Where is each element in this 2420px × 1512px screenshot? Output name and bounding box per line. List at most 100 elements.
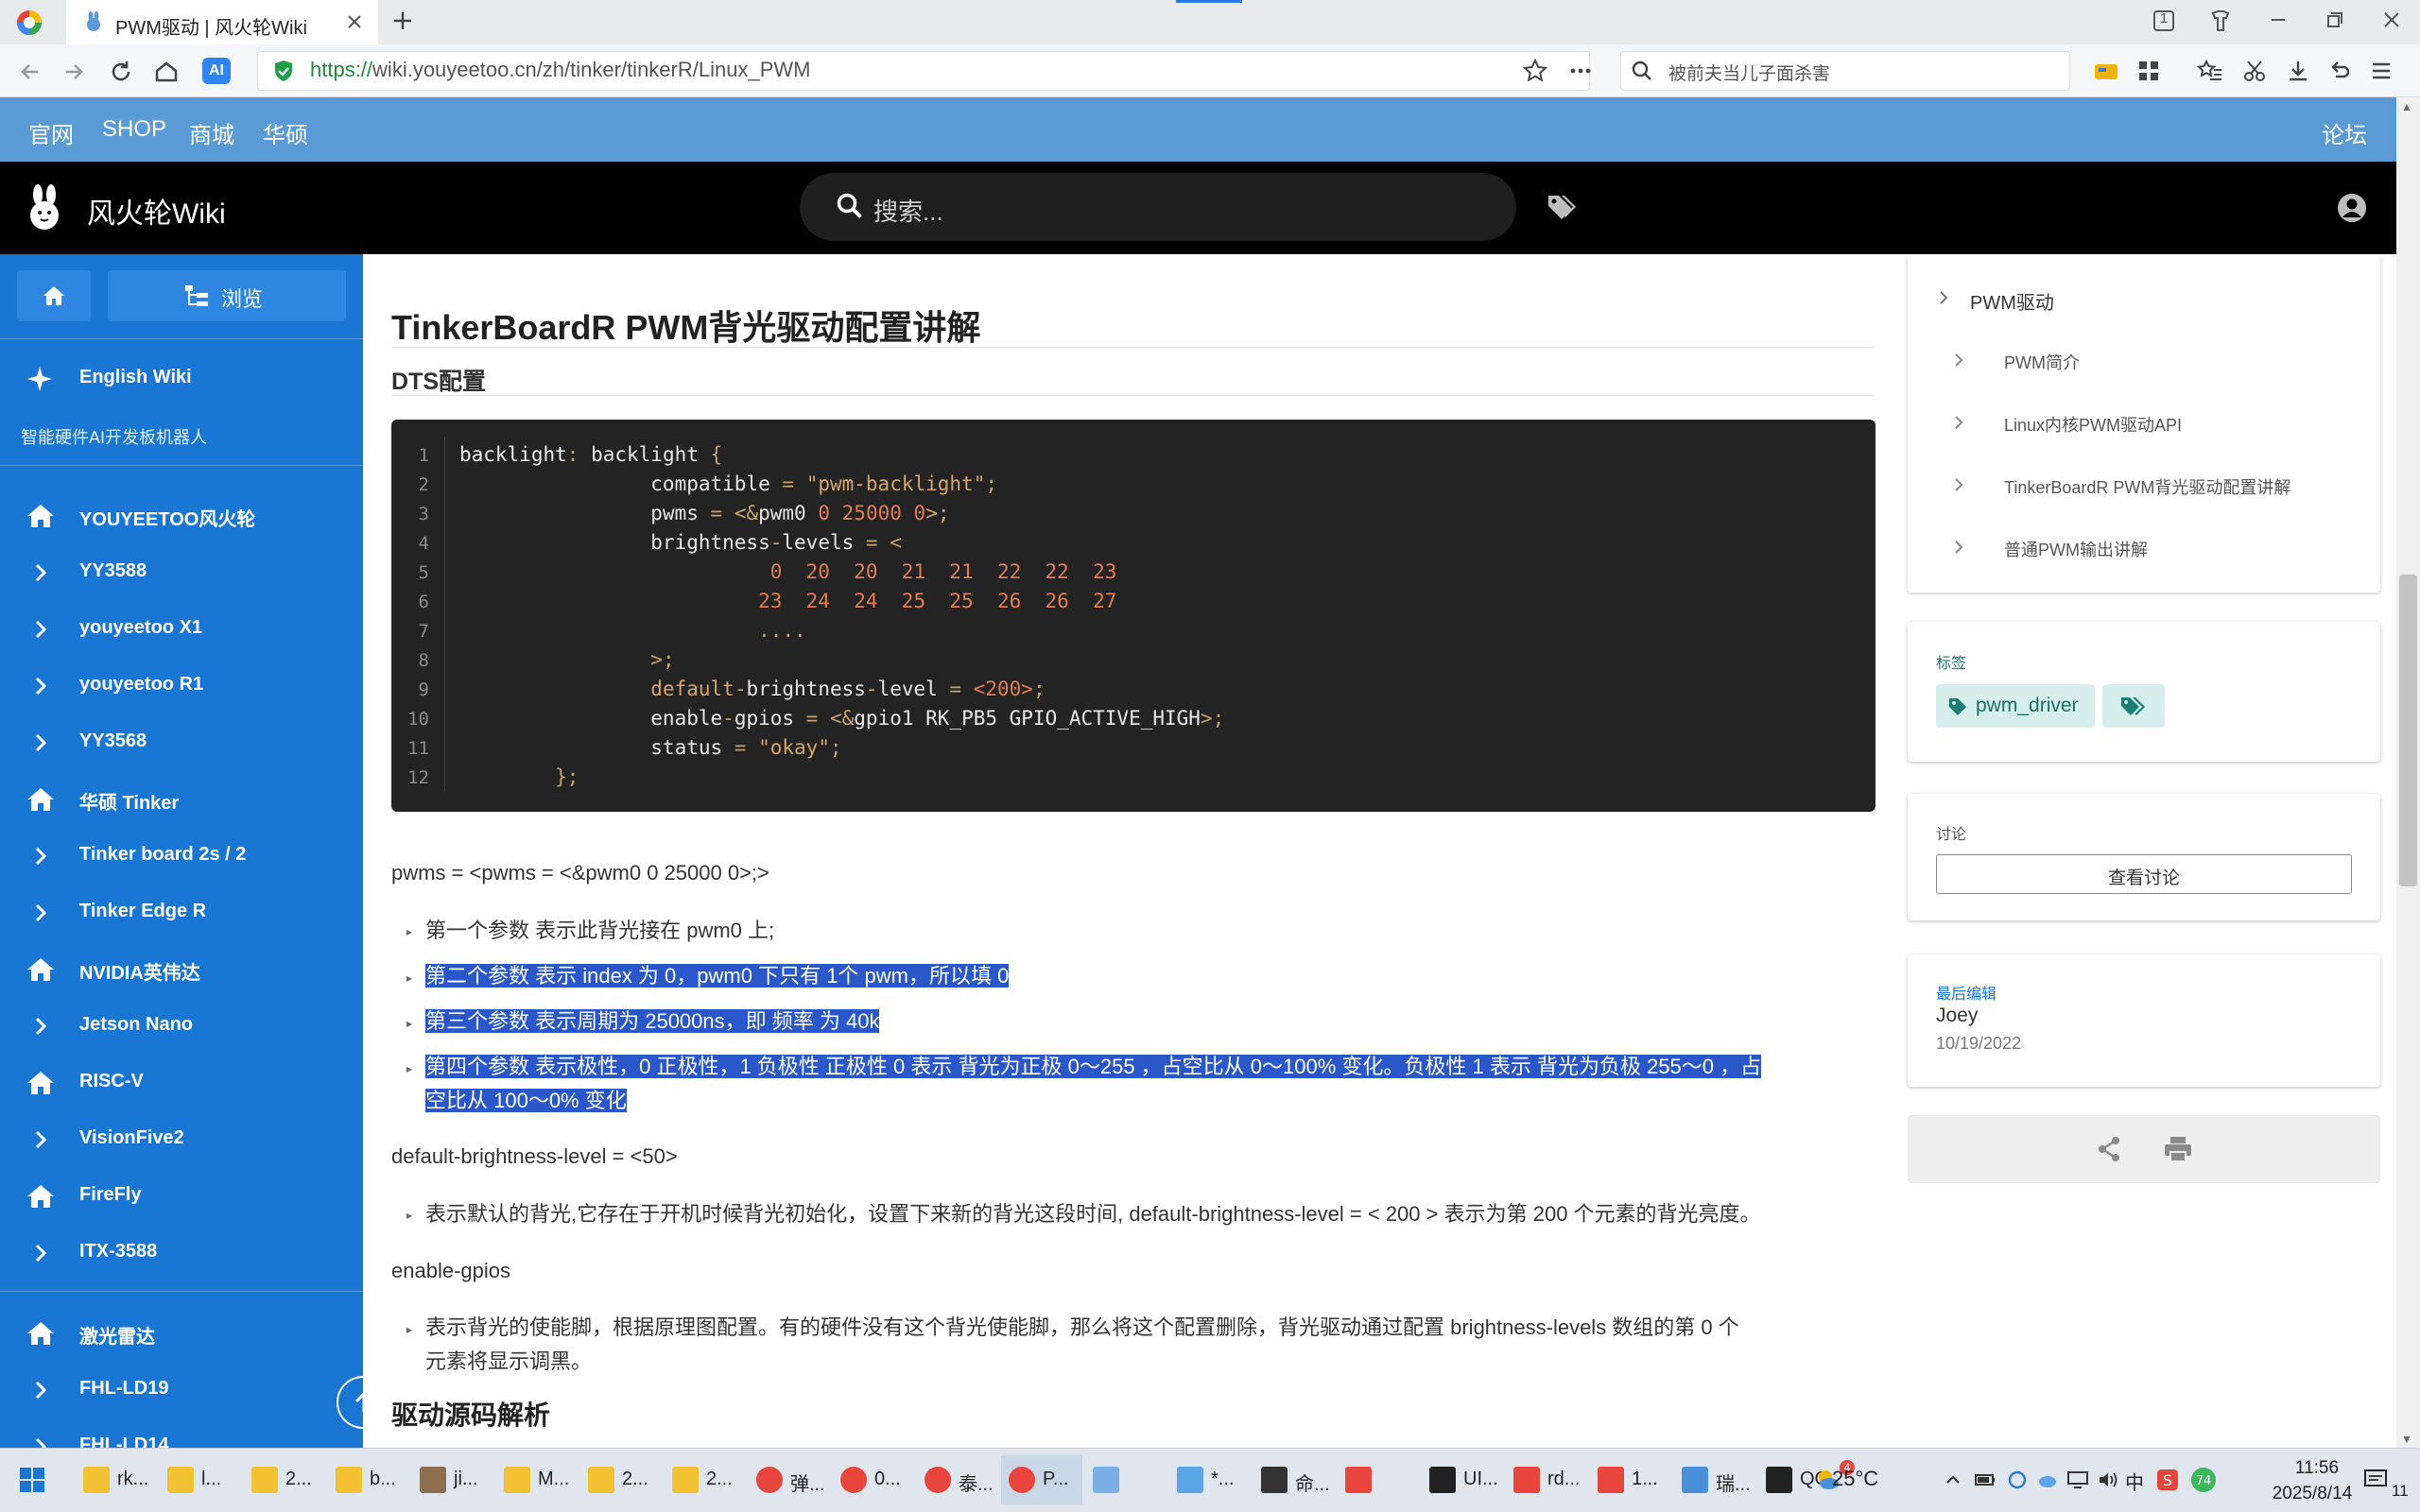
ai-assistant-icon[interactable]: AI	[202, 58, 231, 84]
toc-item[interactable]: 普通PWM输出讲解	[2004, 537, 2148, 561]
scroll-up-arrow-icon[interactable]: ▲	[2401, 100, 2412, 113]
tags-icon[interactable]	[1547, 193, 1577, 221]
print-icon[interactable]	[2163, 1135, 2193, 1163]
sidebar-home-button[interactable]	[17, 270, 91, 321]
windows-start-icon[interactable]	[19, 1467, 45, 1493]
toc-item-pwm-driver[interactable]: PWM驱动	[1970, 287, 2054, 315]
account-icon[interactable]	[2337, 193, 2367, 223]
taskbar-app[interactable]: 命...	[1253, 1455, 1335, 1504]
home-page-icon[interactable]	[153, 59, 180, 85]
sidebar-item[interactable]: NVIDIA英伟达	[0, 941, 363, 998]
sidebar-item[interactable]: FireFly	[0, 1168, 363, 1225]
scrollbar-thumb[interactable]	[2399, 575, 2417, 886]
reload-icon[interactable]	[108, 59, 134, 85]
sidebar-item[interactable]: YOUYEETOO风火轮	[0, 488, 363, 544]
sidebar-item[interactable]: RISC-V	[0, 1055, 363, 1111]
input-method-indicator[interactable]: 中	[2125, 1468, 2144, 1495]
app-icon	[1009, 1467, 1035, 1493]
taskbar-app[interactable]: 1...	[1590, 1455, 1671, 1504]
sidebar-item-english-wiki[interactable]: English Wiki	[0, 351, 363, 407]
nav-link-official[interactable]: 官网	[28, 116, 74, 149]
taskbar-app[interactable]: 0...	[833, 1455, 914, 1504]
taskbar-app[interactable]: 2...	[244, 1455, 325, 1504]
sidebar-item[interactable]: ITX-3588	[0, 1225, 363, 1281]
volume-icon[interactable]	[2097, 1470, 2119, 1489]
close-window-icon[interactable]	[2380, 9, 2403, 31]
taskbar-app[interactable]: M...	[496, 1455, 578, 1504]
sidebar-item[interactable]: Jetson Nano	[0, 998, 363, 1055]
sidebar-item[interactable]: YY3588	[0, 544, 363, 601]
apps-grid-icon[interactable]	[2136, 59, 2161, 83]
tab-close-icon[interactable]	[346, 13, 363, 30]
share-icon[interactable]	[2095, 1135, 2123, 1163]
new-tab-icon[interactable]	[391, 9, 414, 32]
sidebar-item[interactable]: 华硕 Tinker	[0, 771, 363, 828]
toc-item[interactable]: Linux内核PWM驱动API	[2004, 412, 2182, 437]
taskbar-app[interactable]: 弹...	[749, 1455, 830, 1504]
sidebar-item[interactable]: Tinker board 2s / 2	[0, 828, 363, 885]
taskbar-app[interactable]: UI...	[1422, 1455, 1503, 1504]
taskbar-app[interactable]: 泰...	[917, 1455, 998, 1504]
taskbar-app[interactable]	[1338, 1455, 1419, 1504]
minimize-icon[interactable]	[2267, 9, 2290, 31]
chevron-right-icon	[26, 1126, 55, 1153]
rabbit-logo-icon[interactable]	[23, 183, 66, 232]
taskbar-app[interactable]: rk...	[76, 1455, 157, 1504]
clock-time[interactable]: 11:56	[2265, 1458, 2369, 1479]
taskbar-app[interactable]: P...	[1001, 1455, 1082, 1504]
back-icon[interactable]	[17, 59, 43, 85]
taskbar-app[interactable]: 2...	[665, 1455, 746, 1504]
nav-link-shop[interactable]: SHOP	[102, 116, 166, 143]
network-sync-icon[interactable]	[2006, 1469, 2029, 1490]
taskbar-app[interactable]	[1085, 1455, 1167, 1504]
favorites-icon[interactable]	[2197, 59, 2223, 83]
clock-date[interactable]: 2025/8/14	[2246, 1484, 2378, 1504]
extension-cat-icon[interactable]	[2093, 59, 2119, 83]
toc-item[interactable]: TinkerBoardR PWM背光驱动配置讲解	[2004, 474, 2290, 499]
tray-expand-icon[interactable]	[1944, 1470, 1962, 1489]
taskbar-app[interactable]: b...	[328, 1455, 409, 1504]
sidebar-item[interactable]: youyeetoo X1	[0, 601, 363, 658]
weather-temperature[interactable]: 25°C	[1832, 1467, 1878, 1491]
cloud-icon[interactable]	[2036, 1469, 2059, 1490]
sidebar-item[interactable]: FHL-LD19	[0, 1362, 363, 1418]
sidebar-item[interactable]: 激光雷达	[0, 1305, 363, 1362]
sidebar-item[interactable]: youyeetoo R1	[0, 658, 363, 714]
nav-link-asus[interactable]: 华硕	[263, 116, 308, 149]
taskbar-app[interactable]: 2...	[580, 1455, 662, 1504]
forward-icon[interactable]	[60, 59, 87, 85]
list-item: 表示背光的使能脚，根据原理图配置。有的硬件没有这个背光使能脚，那么将这个配置删除…	[425, 1315, 1739, 1339]
scroll-down-arrow-icon[interactable]: ▼	[2401, 1433, 2412, 1446]
menu-icon[interactable]	[2369, 59, 2394, 83]
chevron-right-icon	[1951, 476, 1966, 493]
nav-link-mall[interactable]: 商城	[189, 116, 234, 149]
download-icon[interactable]	[2286, 59, 2310, 83]
nav-link-forum[interactable]: 论坛	[2322, 116, 2367, 149]
taskbar-app[interactable]: rd...	[1506, 1455, 1587, 1504]
cut-icon[interactable]	[2242, 59, 2267, 83]
security-74-icon[interactable]: 74	[2189, 1466, 2218, 1494]
taskbar-app[interactable]: ji...	[412, 1455, 493, 1504]
undo-icon[interactable]	[2327, 59, 2352, 83]
taskbar-app[interactable]: l...	[160, 1455, 241, 1504]
battery-icon[interactable]	[1974, 1470, 1996, 1489]
sidebar-item[interactable]: YY3568	[0, 714, 363, 771]
last-edit-author[interactable]: Joey	[1936, 1005, 1978, 1027]
taskbar-app[interactable]: 瑞...	[1674, 1455, 1755, 1504]
display-icon[interactable]	[2066, 1470, 2089, 1489]
notification-icon[interactable]	[2363, 1469, 2388, 1491]
all-tags-chip[interactable]	[2102, 684, 2165, 728]
sidebar-item[interactable]: Tinker Edge R	[0, 885, 363, 941]
sidebar-item[interactable]: VisionFive2	[0, 1111, 363, 1168]
more-options-icon[interactable]	[1567, 58, 1594, 84]
site-title[interactable]: 风火轮Wiki	[87, 190, 226, 232]
selected-text: 第二个参数 表示 index 为 0，pwm0 下只有 1个 pwm，所以填 0	[425, 964, 1010, 988]
taskbar-app[interactable]: *...	[1169, 1455, 1251, 1504]
toc-item[interactable]: PWM简介	[2004, 350, 2080, 374]
ime-s-icon[interactable]: S	[2155, 1468, 2180, 1492]
browser-logo-icon[interactable]	[15, 9, 43, 37]
bookmark-star-icon[interactable]	[1522, 58, 1548, 84]
restore-icon[interactable]	[2324, 9, 2346, 31]
section-heading: TinkerBoardR PWM背光驱动配置讲解	[391, 308, 981, 347]
shirt-icon[interactable]	[2208, 9, 2233, 33]
